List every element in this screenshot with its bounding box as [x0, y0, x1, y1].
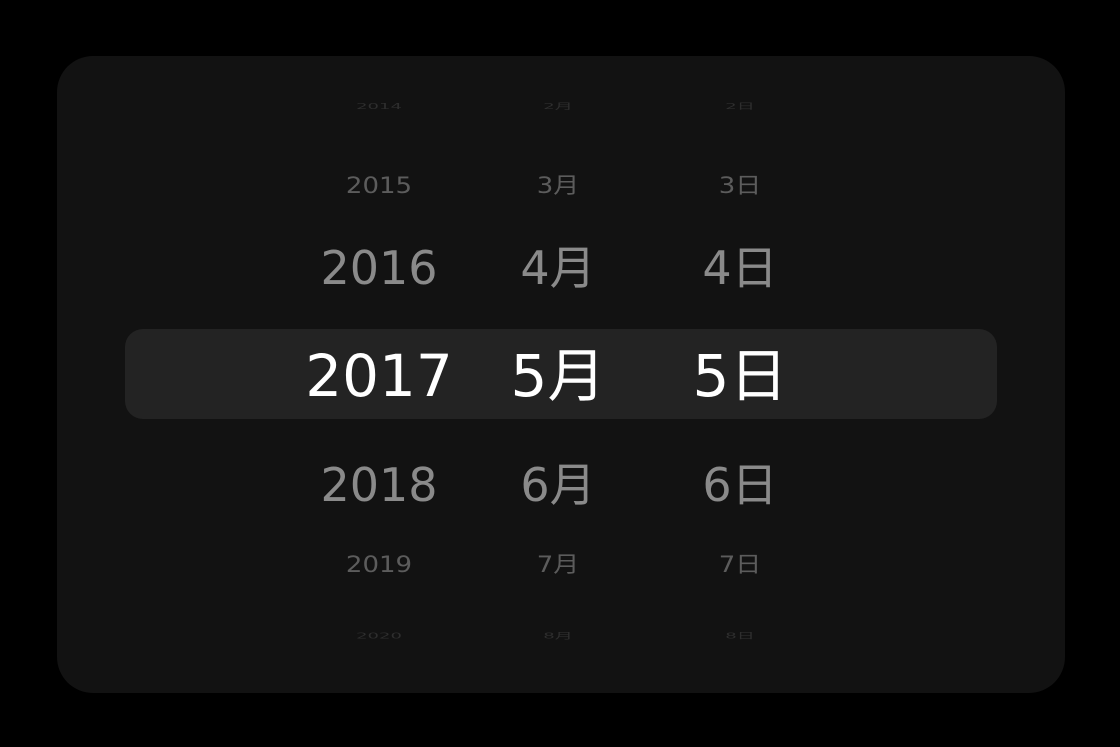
- month-option[interactable]: 4月: [458, 245, 658, 291]
- day-option[interactable]: 6日: [640, 462, 840, 508]
- year-option[interactable]: 2020: [279, 632, 479, 640]
- year-option[interactable]: 2014: [279, 103, 479, 111]
- year-option[interactable]: 2016: [279, 245, 479, 291]
- month-option[interactable]: 6月: [458, 462, 658, 508]
- day-option[interactable]: 4日: [640, 245, 840, 291]
- day-option[interactable]: 7日: [640, 554, 840, 576]
- month-wheel[interactable]: 2月 3月 4月 5月 6月 7月 8月: [458, 56, 658, 693]
- date-picker-card: 2014 2015 2016 2017 2018 2019 2020 2月 3月…: [57, 56, 1065, 693]
- year-wheel[interactable]: 2014 2015 2016 2017 2018 2019 2020: [279, 56, 479, 693]
- day-option[interactable]: 3日: [640, 175, 840, 197]
- year-option[interactable]: 2015: [279, 175, 479, 197]
- day-option[interactable]: 2日: [640, 103, 840, 111]
- day-wheel[interactable]: 2日 3日 4日 5日 6日 7日 8日: [640, 56, 840, 693]
- month-option[interactable]: 8月: [458, 632, 658, 640]
- year-option-selected[interactable]: 2017: [279, 347, 479, 405]
- day-option[interactable]: 8日: [640, 632, 840, 640]
- year-option[interactable]: 2018: [279, 462, 479, 508]
- year-option[interactable]: 2019: [279, 554, 479, 576]
- month-option[interactable]: 2月: [458, 103, 658, 111]
- day-option-selected[interactable]: 5日: [640, 347, 840, 405]
- month-option-selected[interactable]: 5月: [458, 347, 658, 405]
- month-option[interactable]: 3月: [458, 175, 658, 197]
- month-option[interactable]: 7月: [458, 554, 658, 576]
